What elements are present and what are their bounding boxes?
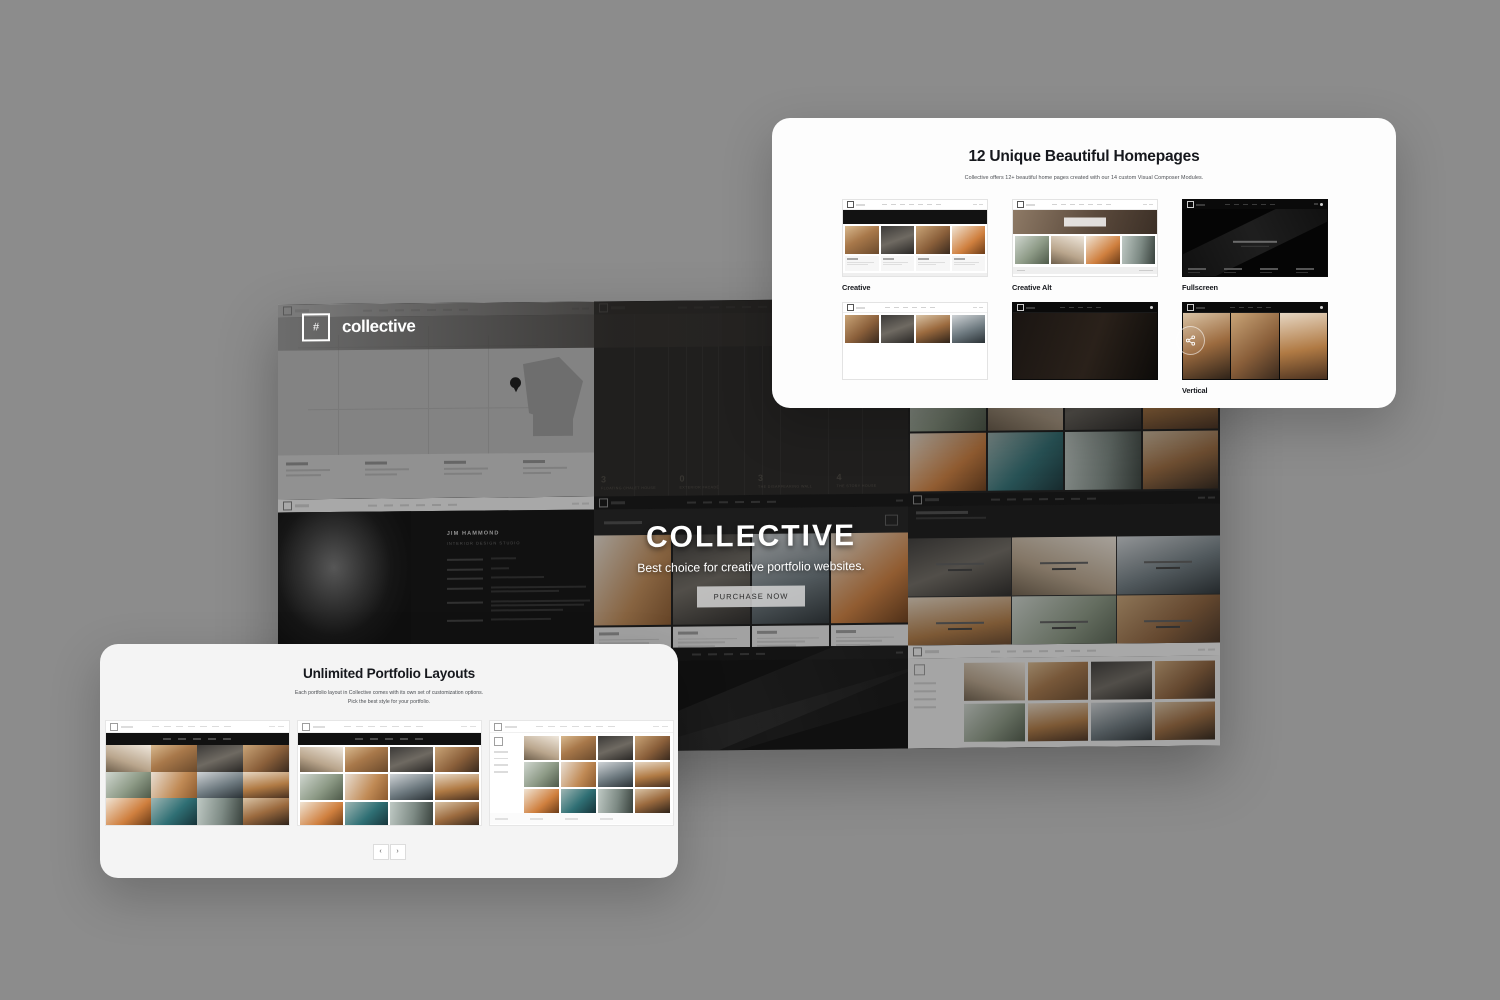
stripe-caption: 3 FLOATING CHALET HOUSE bbox=[601, 474, 656, 491]
designer-detail-rows bbox=[446, 556, 594, 623]
layouts-title: Unlimited Portfolio Layouts bbox=[302, 666, 476, 681]
logo-glyph: # bbox=[312, 320, 320, 333]
logo-wordmark: collective bbox=[342, 316, 416, 337]
mini-nav bbox=[368, 503, 457, 507]
homepages-card: 12 Unique Beautiful Homepages Collective… bbox=[772, 118, 1396, 408]
mockup-cell-projects bbox=[908, 490, 1220, 646]
layouts-subtitle: Each portfolio layout in Collective come… bbox=[100, 689, 678, 706]
mini-nav bbox=[686, 500, 776, 504]
stripe-caption: 0 EXTERIOR FACADE bbox=[679, 473, 720, 490]
map-pin-icon bbox=[510, 377, 521, 393]
mockup-cell-portrait: JIM HAMMOND INTERIOR DESIGN STUDIO bbox=[278, 496, 594, 652]
mini-nav bbox=[991, 649, 1097, 653]
mini-logo-icon bbox=[913, 495, 922, 505]
designer-role: INTERIOR DESIGN STUDIO bbox=[446, 540, 521, 546]
share-icon[interactable] bbox=[1176, 326, 1205, 355]
mini-nav bbox=[692, 652, 765, 656]
stripe-caption: 4 THE STORY HOUSE bbox=[836, 472, 877, 489]
portrait-photo bbox=[278, 511, 411, 652]
homepage-item-vertical[interactable]: Vertical bbox=[1182, 302, 1328, 395]
designer-name: JIM HAMMOND bbox=[446, 530, 500, 537]
purchase-now-button[interactable]: PURCHASE NOW bbox=[696, 585, 806, 608]
layouts-subtitle-line2: Pick the best style for your portfolio. bbox=[347, 698, 431, 705]
mini-logo-text bbox=[611, 501, 625, 505]
mini-logo-icon bbox=[599, 498, 608, 508]
carousel-prev-button[interactable]: ‹ bbox=[372, 844, 389, 861]
map-info-cards bbox=[278, 452, 594, 500]
homepage-item-fullscreen[interactable]: Fullscreen bbox=[1182, 199, 1328, 292]
sidebar-gallery-panel bbox=[908, 655, 1220, 749]
mini-nav-right bbox=[572, 502, 589, 505]
homepages-subtitle: Collective offers 12+ beautiful home pag… bbox=[964, 175, 1204, 181]
homepage-label: Fullscreen bbox=[1182, 283, 1218, 292]
carousel-next-button[interactable]: › bbox=[389, 844, 406, 861]
hero-panel bbox=[594, 506, 908, 649]
homepage-thumbnail[interactable] bbox=[1012, 199, 1158, 277]
homepage-label: Vertical bbox=[1182, 386, 1208, 395]
projects-panel bbox=[908, 503, 1220, 646]
collective-logo-icon: # bbox=[302, 313, 330, 342]
homepage-item-creative-alt[interactable]: Creative Alt bbox=[1012, 199, 1158, 292]
homepage-label: Creative Alt bbox=[1012, 283, 1052, 292]
homepages-title: 12 Unique Beautiful Homepages bbox=[968, 148, 1200, 165]
layouts-thumbnail-row bbox=[100, 720, 678, 827]
homepage-item-creative[interactable]: Creative bbox=[842, 199, 988, 292]
homepage-thumbnail[interactable] bbox=[842, 199, 988, 277]
portfolio-layouts-card: Unlimited Portfolio Layouts Each portfol… bbox=[100, 644, 678, 878]
stripes-captions: 3 FLOATING CHALET HOUSE 0 EXTERIOR FACAD… bbox=[594, 471, 908, 490]
homepage-item-row2-b[interactable] bbox=[1012, 302, 1158, 395]
mini-logo-text bbox=[925, 650, 939, 654]
stripe-caption: 3 THE DISAPPEARING WALL bbox=[758, 472, 813, 489]
layouts-carousel-controls: ‹ › bbox=[100, 844, 678, 861]
portrait-panel: JIM HAMMOND INTERIOR DESIGN STUDIO bbox=[278, 509, 594, 652]
layouts-subtitle-line1: Each portfolio layout in Collective come… bbox=[294, 690, 484, 696]
mockup-cell-hero bbox=[594, 493, 908, 649]
composition-stage: 3 FLOATING CHALET HOUSE 0 EXTERIOR FACAD… bbox=[0, 0, 1500, 1000]
mini-logo-text bbox=[925, 498, 939, 502]
mini-nav-right bbox=[1197, 648, 1215, 651]
mini-nav bbox=[991, 497, 1097, 501]
homepage-label: Creative bbox=[842, 283, 871, 292]
mini-nav-right bbox=[895, 499, 903, 502]
mini-logo-icon bbox=[283, 501, 292, 511]
layout-thumbnail-grid[interactable] bbox=[296, 720, 482, 827]
mini-nav-right bbox=[1197, 496, 1215, 499]
homepage-thumbnail[interactable] bbox=[1012, 302, 1158, 380]
layout-thumbnail-sidebar[interactable] bbox=[488, 720, 674, 827]
mini-logo-icon bbox=[913, 647, 922, 657]
mockup-cell-sidebar-gallery bbox=[908, 642, 1220, 749]
homepage-item-row2-a[interactable] bbox=[842, 302, 988, 395]
homepage-thumbnail[interactable] bbox=[842, 302, 988, 380]
homepages-grid: Creative Creative Alt Fullscreen Vertica… bbox=[772, 199, 1396, 395]
homepage-thumbnail[interactable] bbox=[1182, 199, 1328, 277]
mini-logo-text bbox=[295, 504, 309, 508]
layout-thumbnail-masonry[interactable] bbox=[104, 720, 290, 827]
